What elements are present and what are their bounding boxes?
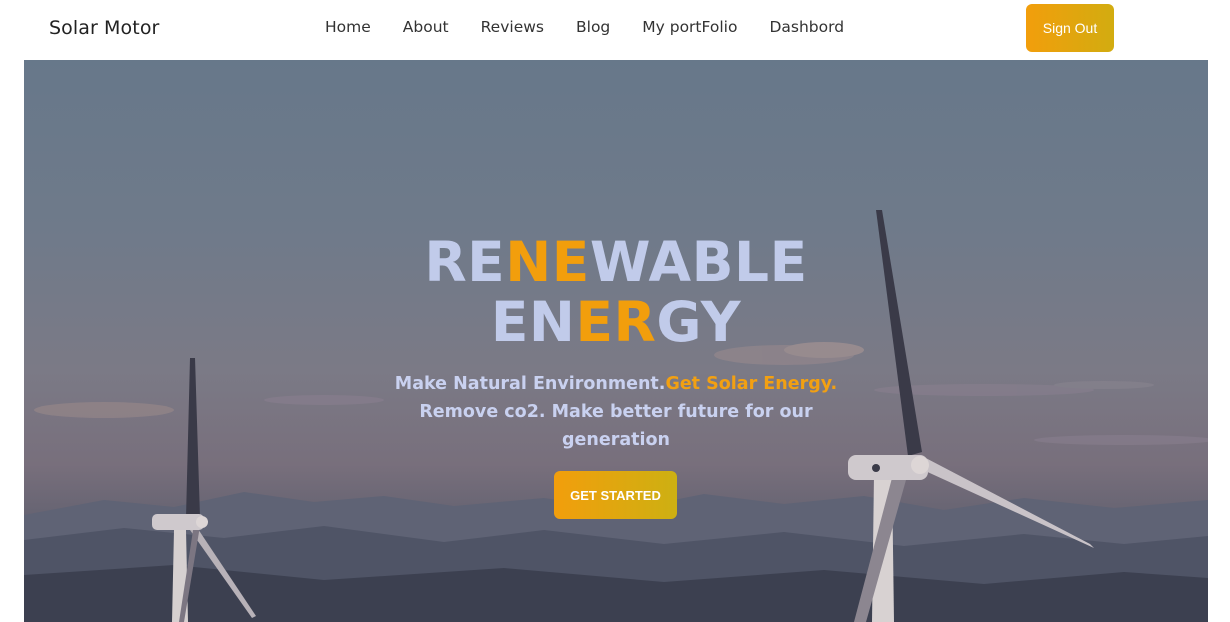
nav-link-reviews[interactable]: Reviews [481,18,544,36]
sign-out-button[interactable]: Sign Out [1026,4,1114,52]
hero-subtitle-highlight: Get Solar Energy. [665,374,838,394]
hero-subtitle-rest: Remove co2. Make better future for our g… [419,402,813,450]
hero-subtitle: Make Natural Environment.Get Solar Energ… [384,370,848,454]
nav-link-about[interactable]: About [403,18,449,36]
nav-menu: Home About Reviews Blog My portFolio Das… [325,18,876,36]
hero-title-part: GY [656,290,742,354]
nav-link-home[interactable]: Home [325,18,371,36]
hero-title-line-2: ENERGY [24,292,1208,352]
nav-link-blog[interactable]: Blog [576,18,610,36]
hero-banner: RENEWABLE ENERGY Make Natural Environmen… [24,60,1208,622]
nav-link-dashboard[interactable]: Dashbord [769,18,844,36]
hero-title-highlight: ER [575,290,657,354]
hero-subtitle-text: Make Natural Environment. [394,374,666,394]
get-started-button[interactable]: GET STARTED [554,471,677,519]
hero-title-highlight: NE [505,230,590,294]
hero-title-part: RE [424,230,506,294]
hero-title-line-1: RENEWABLE [24,232,1208,292]
hero-title-part: EN [490,290,576,354]
nav-link-portfolio[interactable]: My portFolio [642,18,737,36]
hero-title-part: WABLE [589,230,808,294]
brand-logo[interactable]: Solar Motor [49,17,159,39]
navbar: Solar Motor Home About Reviews Blog My p… [0,0,1230,58]
